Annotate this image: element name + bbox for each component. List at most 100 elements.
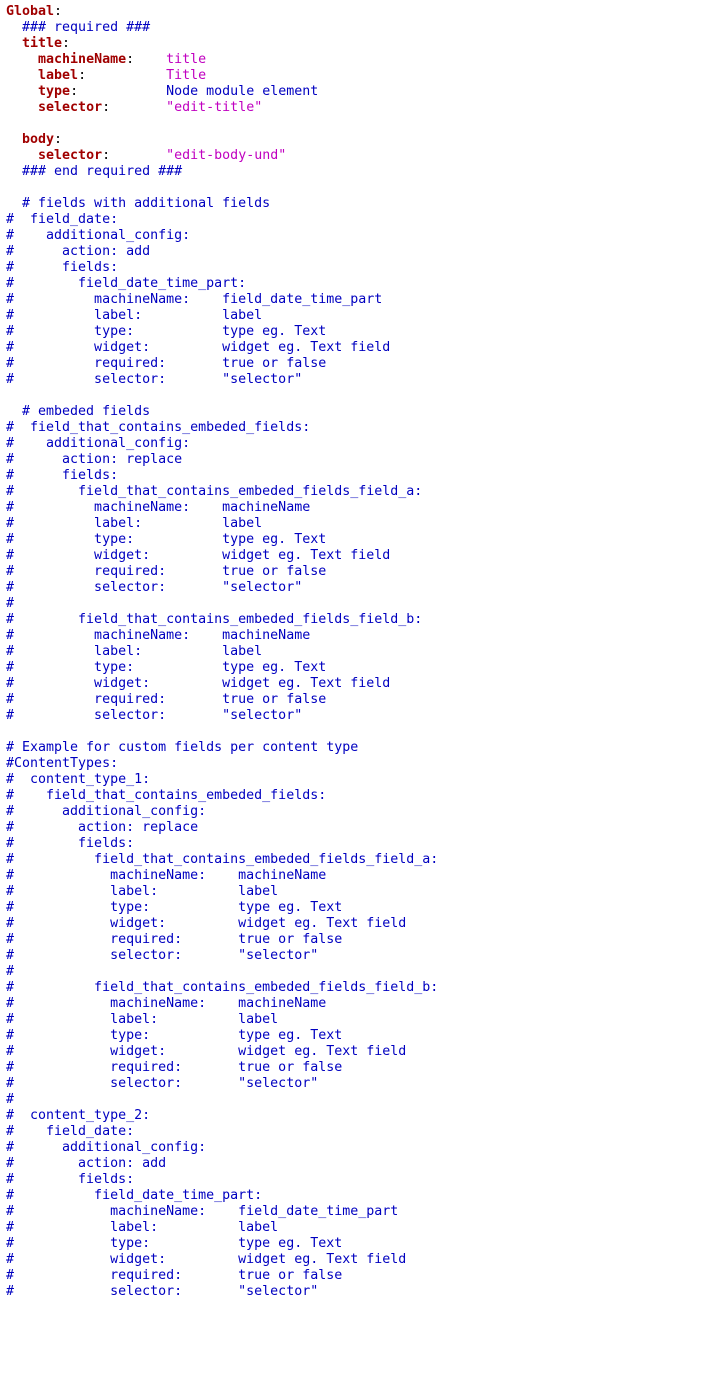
token-c: [134, 52, 166, 67]
token-c: # fields with additional fields: [6, 196, 270, 211]
token-c: # widget: widget eg. Text field: [6, 340, 390, 355]
token-k2: type: [38, 84, 70, 99]
token-c: # widget: widget eg. Text field: [6, 916, 406, 931]
code-line: # machineName: machineName: [6, 996, 326, 1011]
token-p: :: [54, 132, 62, 147]
token-s: "edit-title": [166, 100, 262, 115]
token-c: # type: type eg. Text: [6, 1028, 342, 1043]
token-c: # selector: "selector": [6, 580, 302, 595]
token-c: # required: true or false: [6, 1268, 342, 1283]
code-line: # fields with additional fields: [6, 196, 270, 211]
token-c: # widget: widget eg. Text field: [6, 676, 390, 691]
token-k2: selector: [38, 100, 102, 115]
token-c: # machineName: field_date_time_part: [6, 292, 382, 307]
token-k2: title: [22, 36, 62, 51]
token-c: # machineName: machineName: [6, 996, 326, 1011]
token-c: # selector: "selector": [6, 948, 318, 963]
token-c: # label: label: [6, 1012, 278, 1027]
code-line: # type: type eg. Text: [6, 1028, 342, 1043]
code-line: machineName: title: [6, 52, 206, 67]
yaml-code-block: Global: ### required ### title: machineN…: [0, 0, 719, 1304]
code-line: # selector: "selector": [6, 372, 302, 387]
token-c: # type: type eg. Text: [6, 532, 326, 547]
token-c: # additional_config:: [6, 1140, 206, 1155]
code-line: title:: [6, 36, 70, 51]
token-k2: label: [38, 68, 78, 83]
token-c: # additional_config:: [6, 804, 206, 819]
code-line: # action: replace: [6, 452, 182, 467]
code-line: # action: replace: [6, 820, 198, 835]
token-c: # action: add: [6, 244, 150, 259]
token-k: Global: [6, 4, 54, 19]
token-c: # widget: widget eg. Text field: [6, 1252, 406, 1267]
token-c: # required: true or false: [6, 564, 326, 579]
token-c: # widget: widget eg. Text field: [6, 1044, 406, 1059]
token-c: # additional_config:: [6, 436, 190, 451]
token-c: [86, 68, 166, 83]
code-line: # type: type eg. Text: [6, 900, 342, 915]
token-c: [6, 100, 38, 115]
code-line: # label: label: [6, 644, 262, 659]
token-c: # type: type eg. Text: [6, 900, 342, 915]
code-line: # type: type eg. Text: [6, 532, 326, 547]
code-line: # widget: widget eg. Text field: [6, 548, 390, 563]
token-k2: body: [22, 132, 54, 147]
token-s: "edit-body-und": [166, 148, 286, 163]
code-line: # required: true or false: [6, 1060, 342, 1075]
token-c: # required: true or false: [6, 1060, 342, 1075]
token-c: # field_that_contains_embeded_fields_fie…: [6, 852, 438, 867]
token-c: # fields:: [6, 1172, 134, 1187]
token-c: # fields:: [6, 468, 118, 483]
code-line: # widget: widget eg. Text field: [6, 340, 390, 355]
code-line: # field_that_contains_embeded_fields_fie…: [6, 612, 422, 627]
token-c: ### required ###: [6, 20, 150, 35]
token-c: # selector: "selector": [6, 1284, 318, 1299]
code-line: # content_type_1:: [6, 772, 150, 787]
token-c: # action: replace: [6, 820, 198, 835]
token-c: # selector: "selector": [6, 708, 302, 723]
token-c: [110, 100, 166, 115]
code-line: # fields:: [6, 260, 118, 275]
code-line: # field_that_contains_embeded_fields:: [6, 788, 326, 803]
token-c: # additional_config:: [6, 228, 190, 243]
token-c: [6, 52, 38, 67]
code-line: # machineName: machineName: [6, 868, 326, 883]
token-c: # label: label: [6, 308, 262, 323]
code-line: # action: add: [6, 1156, 166, 1171]
token-c: # action: replace: [6, 452, 182, 467]
token-c: ### end required ###: [6, 164, 182, 179]
token-c: # type: type eg. Text: [6, 660, 326, 675]
code-line: # field_that_contains_embeded_fields_fie…: [6, 980, 438, 995]
code-line: # embeded fields: [6, 404, 150, 419]
token-c: # label: label: [6, 884, 278, 899]
token-c: # field_date_time_part:: [6, 276, 246, 291]
token-c: # fields:: [6, 260, 118, 275]
code-line: # widget: widget eg. Text field: [6, 916, 406, 931]
code-line: # label: label: [6, 1012, 278, 1027]
token-c: [6, 68, 38, 83]
code-line: ### end required ###: [6, 164, 182, 179]
code-line: # required: true or false: [6, 692, 326, 707]
token-c: # type: type eg. Text: [6, 324, 326, 339]
code-line: # required: true or false: [6, 356, 326, 371]
token-c: #: [6, 1092, 14, 1107]
token-c: # action: add: [6, 1156, 166, 1171]
token-c: [6, 36, 22, 51]
code-line: # machineName: field_date_time_part: [6, 292, 382, 307]
token-c: # label: label: [6, 516, 262, 531]
code-line: #: [6, 964, 14, 979]
code-line: # label: label: [6, 516, 262, 531]
code-line: # machineName: machineName: [6, 500, 310, 515]
token-c: [6, 132, 22, 147]
token-k2: machineName: [38, 52, 126, 67]
token-c: # content_type_2:: [6, 1108, 150, 1123]
token-c: # embeded fields: [6, 404, 150, 419]
token-c: # required: true or false: [6, 932, 342, 947]
token-c: # field_date:: [6, 1124, 134, 1139]
code-line: #: [6, 596, 14, 611]
code-line: # additional_config:: [6, 228, 190, 243]
token-c: # label: label: [6, 1220, 278, 1235]
code-line: # additional_config:: [6, 1140, 206, 1155]
token-c: # selector: "selector": [6, 1076, 318, 1091]
token-c: # required: true or false: [6, 356, 326, 371]
